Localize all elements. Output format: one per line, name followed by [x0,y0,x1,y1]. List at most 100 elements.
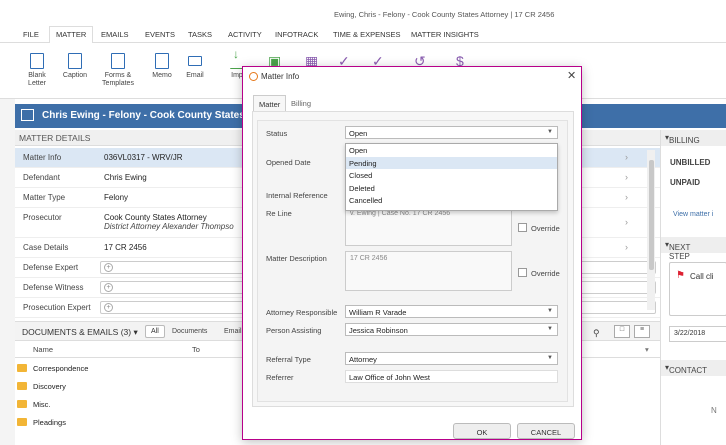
billing-header[interactable]: ▾ BILLING [661,130,726,146]
blank-letter-button[interactable]: Blank Letter [20,53,54,88]
folder-view-icon[interactable]: □ [614,325,630,338]
attorney-label: Attorney Responsible [266,308,338,317]
memo-label: Memo [152,72,172,79]
add-icon[interactable]: + [104,283,113,292]
forms-templates-button[interactable]: Forms & Templates [101,53,135,88]
menu-time-expenses[interactable]: TIME & EXPENSES [333,30,401,39]
referral-type-value: Attorney [349,355,377,364]
chevron-right-icon: › [625,172,628,182]
email-button[interactable]: Email [178,53,212,80]
menu-activity[interactable]: ACTIVITY [228,30,262,39]
tab-matter[interactable]: Matter [253,95,287,112]
caption-button[interactable]: Caption [58,53,92,80]
right-panel: ▾ BILLING UNBILLED UNPAID View matter i … [660,130,726,445]
override-label: Override [531,224,560,233]
menu-bar: FILE MATTER EMAILS EVENTS TASKS ACTIVITY… [0,26,726,44]
email-label: Email [186,72,204,79]
contact-header[interactable]: ▾ CONTACT [661,360,726,376]
opened-date-label: Opened Date [266,158,311,167]
memo-icon [155,53,169,69]
caption-icon [68,53,82,69]
status-dropdown-list: Open Pending Closed Deleted Cancelled [345,143,558,211]
filter-all-button[interactable]: All [145,325,165,338]
row-subvalue: District Attorney Alexander Thompso [104,222,234,231]
app-logo-icon [249,72,258,81]
column-menu-icon[interactable]: ▾ [645,345,649,354]
folder-name: Pleadings [33,418,66,427]
list-view-icon[interactable]: ≡ [634,325,650,338]
description-label: Matter Description [266,254,327,263]
row-value: 17 CR 2456 [104,243,147,252]
menu-matter[interactable]: MATTER [49,26,94,44]
menu-matter-insights[interactable]: MATTER INSIGHTS [411,30,479,39]
referrer-input[interactable]: Law Office of John West [345,370,558,383]
matter-icon [21,109,34,121]
folder-icon [17,400,27,408]
column-name[interactable]: Name [33,345,53,354]
menu-emails[interactable]: EMAILS [101,30,129,39]
memo-button[interactable]: Memo [145,53,179,80]
assisting-value: Jessica Robinson [349,326,408,335]
internal-reference-label: Internal Reference [266,191,328,200]
attorney-value: William R Varade [349,308,407,317]
next-step-header[interactable]: ▾ NEXT STEP [661,237,726,261]
description-override-checkbox[interactable] [518,268,527,277]
title-bar: Ewing, Chris - Felony - Cook County Stat… [0,0,726,26]
folder-name: Correspondence [33,364,89,373]
billing-header-text: ▾ BILLING [665,133,700,145]
assisting-select[interactable]: Jessica Robinson ▼ [345,323,558,336]
cancel-button[interactable]: CANCEL [517,423,575,439]
window-title: Ewing, Chris - Felony - Cook County Stat… [334,10,555,19]
referral-type-select[interactable]: Attorney ▼ [345,352,558,365]
next-step-header-text: ▾ NEXT STEP [665,240,691,261]
menu-tasks[interactable]: TASKS [188,30,212,39]
close-icon[interactable]: ✕ [567,69,576,82]
row-label: Prosecution Expert [23,303,91,312]
description-field[interactable]: 17 CR 2456 [345,251,512,291]
referral-type-label: Referral Type [266,355,311,364]
details-scroll-thumb[interactable] [649,160,654,270]
unpaid-label: UNPAID [670,178,701,187]
folder-icon [17,382,27,390]
tab-billing[interactable]: Billing [286,95,316,112]
row-value: Cook County States Attorney [104,213,207,222]
override-label: Override [531,269,560,278]
add-icon[interactable]: + [104,263,113,272]
row-value: Felony [104,193,129,202]
next-step-card[interactable]: ⚑ Call cli [669,262,726,316]
add-icon[interactable]: + [104,303,113,312]
status-option[interactable]: Cancelled [346,194,557,207]
matter-info-dialog: Matter Info ✕ Matter Billing Status Open… [242,66,582,440]
status-option[interactable]: Deleted [346,182,557,195]
folder-icon [17,418,27,426]
ok-button[interactable]: OK [453,423,511,439]
forms-templates-label: Forms & Templates [102,72,134,87]
row-value: Chris Ewing [104,173,147,182]
next-step-date[interactable]: 3/22/2018 [669,326,726,342]
column-to[interactable]: To [192,345,200,354]
contact-initial: N [711,406,717,415]
status-option[interactable]: Open [346,144,557,157]
view-matter-link[interactable]: View matter i [673,211,713,218]
envelope-icon [188,56,202,66]
re-line-label: Re Line [266,209,292,218]
status-select[interactable]: Open ▼ [345,126,558,139]
documents-title-text: DOCUMENTS & EMAILS (3) [22,327,132,337]
filter-emails-button[interactable]: Email [224,328,242,335]
filter-documents-button[interactable]: Documents [172,328,207,335]
contact-header-label: CONTACT [669,366,708,375]
re-line-override-checkbox[interactable] [518,223,527,232]
dialog-title: Matter Info [261,72,300,81]
row-label: Matter Info [23,153,62,162]
row-label: Defendant [23,173,60,182]
chevron-right-icon: › [625,217,628,227]
status-option[interactable]: Closed [346,169,557,182]
attorney-select[interactable]: William R Varade ▼ [345,305,558,318]
menu-infotrack[interactable]: INFOTRACK [275,30,318,39]
blank-letter-label: Blank Letter [28,72,46,87]
menu-events[interactable]: EVENTS [145,30,175,39]
status-option[interactable]: Pending [346,156,557,169]
search-icon[interactable]: ⚲ [593,328,600,339]
menu-file[interactable]: FILE [23,30,39,39]
re-line-field[interactable]: v. Ewing | Case No. 17 CR 2456 [345,206,512,246]
